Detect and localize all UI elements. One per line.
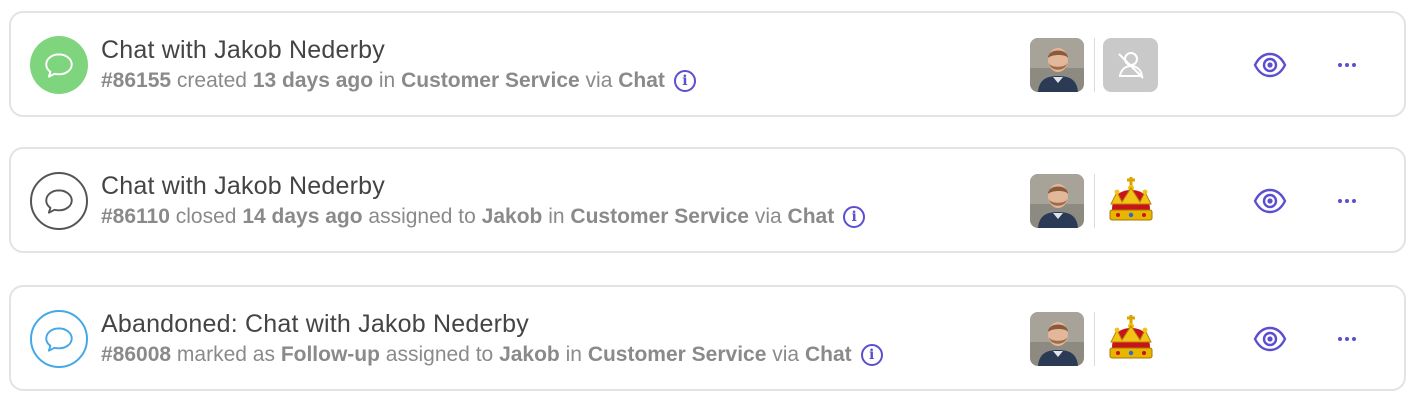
avatar <box>1030 174 1084 228</box>
eye-icon[interactable] <box>1253 187 1287 215</box>
conversation-id[interactable]: #86110 <box>101 205 170 229</box>
more-options-icon[interactable] <box>1333 187 1361 215</box>
crown-icon[interactable] <box>1103 174 1158 228</box>
conversation-title[interactable]: Chat with Jakob Nederby <box>101 172 385 201</box>
action-text: marked as <box>176 343 275 366</box>
avatar <box>1030 312 1084 366</box>
avatar <box>1030 38 1084 92</box>
team-name: Customer Service <box>570 205 749 228</box>
via-text: via <box>772 343 800 366</box>
assignee-name: Jakob <box>499 343 560 366</box>
divider <box>1094 174 1095 228</box>
conversation-title[interactable]: Abandoned: Chat with Jakob Nederby <box>101 310 529 339</box>
chat-bubble-icon <box>30 310 88 368</box>
action-text: closed <box>175 205 237 228</box>
crown-icon[interactable] <box>1103 312 1158 366</box>
channel-name: Chat <box>618 69 665 92</box>
conversation-meta: #86155 created 13 days ago in Customer S… <box>101 69 696 93</box>
via-text: via <box>754 205 782 228</box>
time-ago: 13 days ago <box>252 69 374 92</box>
action-text: created <box>176 69 247 92</box>
conversation-row[interactable]: Abandoned: Chat with Jakob Nederby #8600… <box>9 285 1406 391</box>
team-name: Customer Service <box>401 69 580 92</box>
info-icon[interactable]: i <box>673 70 696 92</box>
assigned-text: assigned to <box>385 343 494 366</box>
status-label: Follow-up <box>280 343 380 366</box>
assignee-name: Jakob <box>481 205 543 228</box>
in-text: in <box>378 69 396 92</box>
conversation-id[interactable]: #86155 <box>101 69 171 93</box>
in-text: in <box>565 343 582 366</box>
chat-bubble-icon <box>30 36 88 94</box>
team-name: Customer Service <box>587 343 767 366</box>
via-text: via <box>585 69 613 92</box>
eye-icon[interactable] <box>1253 51 1287 79</box>
in-text: in <box>548 205 565 228</box>
chat-bubble-icon <box>30 172 88 230</box>
channel-name: Chat <box>787 205 835 228</box>
conversation-meta: #86008 marked as Follow-up assigned to J… <box>101 343 883 367</box>
more-options-icon[interactable] <box>1333 325 1361 353</box>
info-icon[interactable]: i <box>843 206 866 228</box>
more-options-icon[interactable] <box>1333 51 1361 79</box>
conversation-title[interactable]: Chat with Jakob Nederby <box>101 36 385 65</box>
time-ago: 14 days ago <box>242 205 363 228</box>
eye-icon[interactable] <box>1253 325 1287 353</box>
divider <box>1094 312 1095 366</box>
conversation-row[interactable]: Chat with Jakob Nederby #86110 closed 14… <box>9 147 1406 253</box>
unassigned-icon[interactable] <box>1103 38 1158 92</box>
channel-name: Chat <box>804 343 852 366</box>
conversation-id[interactable]: #86008 <box>101 343 171 367</box>
info-icon[interactable]: i <box>860 344 883 366</box>
divider <box>1094 38 1095 92</box>
assigned-text: assigned to <box>368 205 476 228</box>
conversation-meta: #86110 closed 14 days ago assigned to Ja… <box>101 205 866 229</box>
conversation-row[interactable]: Chat with Jakob Nederby #86155 created 1… <box>9 11 1406 117</box>
